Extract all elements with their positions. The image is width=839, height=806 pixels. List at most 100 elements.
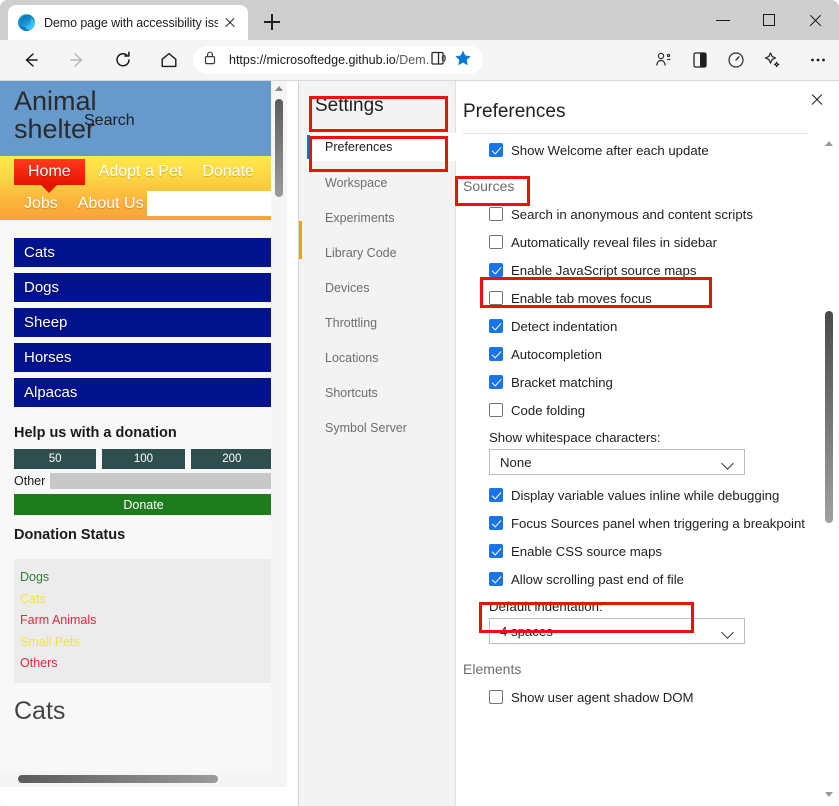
address-bar[interactable]: https://microsoftedge.github.io/Dem... xyxy=(193,46,483,74)
checkbox-row-autocompletion[interactable]: Autocompletion xyxy=(456,340,839,368)
site-header: Animal shelter Search xyxy=(0,81,287,156)
checkbox-icon[interactable] xyxy=(489,207,503,221)
chevron-down-icon xyxy=(723,628,735,635)
copilot-icon[interactable] xyxy=(755,43,789,77)
checkbox-row-show-user-agent-shadow-dom[interactable]: Show user agent shadow DOM xyxy=(456,683,839,711)
donation-amount-100[interactable]: 100 xyxy=(102,449,184,469)
sidebar-item-experiments[interactable]: Experiments xyxy=(307,204,456,232)
checkbox-icon[interactable] xyxy=(489,572,503,586)
sidebar-item-shortcuts[interactable]: Shortcuts xyxy=(307,379,456,407)
checkbox-icon[interactable] xyxy=(489,516,503,530)
checkbox-label: Bracket matching xyxy=(511,375,613,390)
checkbox-row-auto-reveal-files[interactable]: Automatically reveal files in sidebar xyxy=(456,228,839,256)
checkbox-row-enable-javascript-source-maps[interactable]: Enable JavaScript source maps xyxy=(456,256,839,284)
close-icon[interactable] xyxy=(218,11,242,35)
window-controls xyxy=(701,0,839,40)
split-screen-icon[interactable] xyxy=(683,43,717,77)
checkbox-label: Search in anonymous and content scripts xyxy=(511,207,753,222)
select-default-indentation[interactable]: 4 spaces xyxy=(489,618,745,644)
home-icon[interactable] xyxy=(152,43,186,77)
sidebar-item-workspace[interactable]: Workspace xyxy=(307,169,456,197)
tab-strip: Demo page with accessibility iss xyxy=(0,0,839,40)
checkbox-row-show-welcome[interactable]: Show Welcome after each update xyxy=(456,136,839,164)
checkbox-icon[interactable] xyxy=(489,375,503,389)
checkbox-row-enable-css-source-maps[interactable]: Enable CSS source maps xyxy=(456,537,839,565)
checkbox-label: Code folding xyxy=(511,403,585,418)
checkbox-icon[interactable] xyxy=(489,544,503,558)
checkbox-icon[interactable] xyxy=(489,235,503,249)
read-aloud-icon[interactable] xyxy=(429,48,453,72)
checkbox-label: Show user agent shadow DOM xyxy=(511,690,694,705)
checkbox-row-detect-indentation[interactable]: Detect indentation xyxy=(456,312,839,340)
checkbox-label: Allow scrolling past end of file xyxy=(511,572,684,587)
nav-item-donate[interactable]: Donate xyxy=(192,163,264,181)
page-vertical-scrollbar[interactable] xyxy=(271,81,287,787)
section-header-elements: Elements xyxy=(463,661,839,677)
browser-tab[interactable]: Demo page with accessibility iss xyxy=(8,5,248,40)
checkbox-icon[interactable] xyxy=(489,263,503,277)
nav-item-about-us[interactable]: About Us xyxy=(68,195,154,213)
scrollbar-thumb[interactable] xyxy=(825,311,833,523)
sidebar-item-symbol-server[interactable]: Symbol Server xyxy=(307,414,456,442)
sidebar-item-library-code[interactable]: Library Code xyxy=(307,239,456,267)
checkbox-icon[interactable] xyxy=(489,291,503,305)
chevron-down-icon xyxy=(723,459,735,466)
search-input[interactable] xyxy=(147,191,287,216)
scroll-down-arrow-icon[interactable] xyxy=(825,792,833,797)
checkbox-row-allow-scrolling-past-end-of-file[interactable]: Allow scrolling past end of file xyxy=(456,565,839,593)
nav-item-home[interactable]: Home xyxy=(14,159,85,185)
checkbox-row-bracket-matching[interactable]: Bracket matching xyxy=(456,368,839,396)
url-path: /Dem... xyxy=(396,53,429,67)
donation-other-input[interactable] xyxy=(50,473,273,489)
checkbox-row-enable-tab-moves-focus[interactable]: Enable tab moves focus xyxy=(456,284,839,312)
sidebar-item-locations[interactable]: Locations xyxy=(307,344,456,372)
browser-window: Demo page with accessibility iss https:/… xyxy=(0,0,839,806)
donation-amount-200[interactable]: 200 xyxy=(191,449,273,469)
scroll-up-arrow-icon[interactable] xyxy=(275,86,283,91)
checkbox-icon[interactable] xyxy=(489,347,503,361)
nav-item-adopt-a-pet[interactable]: Adopt a Pet xyxy=(89,163,193,181)
checkbox-icon[interactable] xyxy=(489,488,503,502)
nav-item-jobs[interactable]: Jobs xyxy=(14,195,68,213)
back-arrow-icon[interactable] xyxy=(14,43,48,77)
reload-icon[interactable] xyxy=(106,43,140,77)
sidebar-item-throttling[interactable]: Throttling xyxy=(307,309,456,337)
minimize-button[interactable] xyxy=(701,0,747,40)
devtools-sidebar: Settings Preferences Workspace Experimen… xyxy=(299,81,456,806)
checkbox-row-code-folding[interactable]: Code folding xyxy=(456,396,839,424)
collections-icon[interactable] xyxy=(647,43,681,77)
donation-heading: Help us with a donation xyxy=(0,413,287,449)
star-filled-icon[interactable] xyxy=(453,48,477,72)
status-item-others: Others xyxy=(20,653,273,675)
checkbox-icon[interactable] xyxy=(489,143,503,157)
close-icon[interactable] xyxy=(806,89,828,111)
scroll-up-arrow-icon[interactable] xyxy=(825,141,833,146)
page-horizontal-scrollbar[interactable] xyxy=(0,771,287,787)
maximize-button[interactable] xyxy=(747,0,793,40)
category-item-dogs[interactable]: Dogs xyxy=(14,273,273,302)
category-item-alpacas[interactable]: Alpacas xyxy=(14,378,273,407)
sidebar-item-preferences[interactable]: Preferences xyxy=(307,133,456,161)
select-show-whitespace-characters[interactable]: None xyxy=(489,449,745,475)
sidebar-item-devices[interactable]: Devices xyxy=(307,274,456,302)
category-item-sheep[interactable]: Sheep xyxy=(14,308,273,337)
scrollbar-thumb-horizontal[interactable] xyxy=(18,775,218,783)
devtools-vertical-scrollbar[interactable] xyxy=(823,139,835,799)
checkbox-icon[interactable] xyxy=(489,690,503,704)
category-item-horses[interactable]: Horses xyxy=(14,343,273,372)
checkbox-label: Autocompletion xyxy=(511,347,602,362)
category-item-cats[interactable]: Cats xyxy=(14,238,273,267)
donate-button[interactable]: Donate xyxy=(14,494,273,515)
checkbox-icon[interactable] xyxy=(489,319,503,333)
scrollbar-thumb[interactable] xyxy=(275,99,283,197)
checkbox-icon[interactable] xyxy=(489,403,503,417)
checkbox-row-display-variable-values-inline[interactable]: Display variable values inline while deb… xyxy=(456,481,839,509)
new-tab-button[interactable] xyxy=(258,8,286,36)
performance-icon[interactable] xyxy=(719,43,753,77)
settings-more-icon[interactable] xyxy=(801,43,835,77)
checkbox-row-focus-sources-panel[interactable]: Focus Sources panel when triggering a br… xyxy=(456,509,839,537)
donation-amount-50[interactable]: 50 xyxy=(14,449,96,469)
devtools-panel: Settings Preferences Workspace Experimen… xyxy=(298,81,839,806)
close-window-button[interactable] xyxy=(793,0,839,40)
checkbox-row-search-anonymous-scripts[interactable]: Search in anonymous and content scripts xyxy=(456,200,839,228)
